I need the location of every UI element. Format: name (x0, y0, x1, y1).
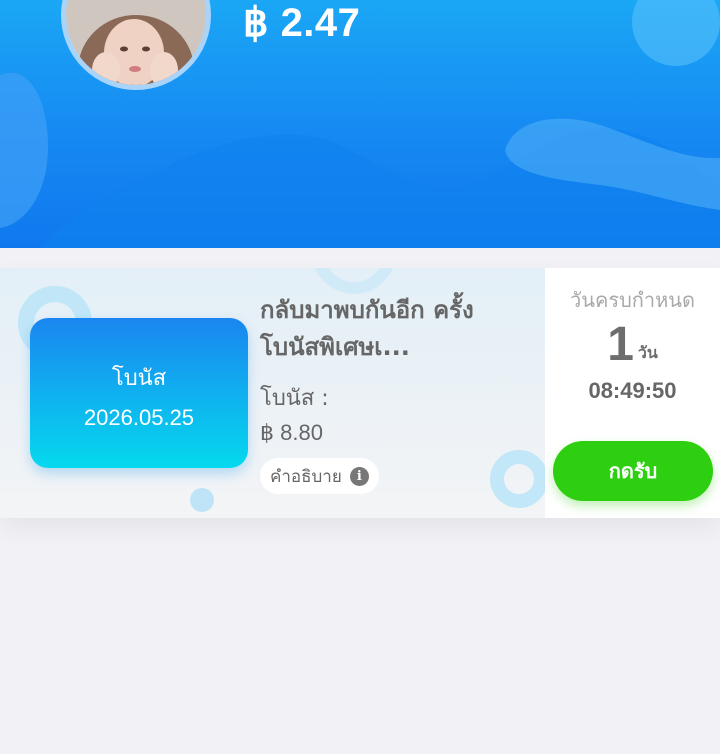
countdown-timer: 08:49:50 (588, 378, 677, 403)
claim-button[interactable]: กดรับ (553, 441, 713, 501)
bubble-decoration (490, 450, 545, 508)
bubble-decoration (190, 488, 214, 512)
days-unit: วัน (637, 343, 658, 362)
bonus-ticket: โบนัส 2026.05.25 (30, 318, 248, 468)
bonus-title: กลับมาพบกันอีก ครั้ง โบนัสพิเศษเ... (260, 296, 474, 361)
ticket-date: 2026.05.25 (83, 405, 195, 430)
header-banner: ฿ 2.47 (0, 0, 720, 248)
ticket-label: โบนัส (111, 366, 167, 391)
description-label: คำอธิบาย (270, 466, 342, 487)
bonus-amount: ฿ 8.80 (260, 420, 323, 445)
due-date-label: วันครบกำหนด (570, 288, 695, 312)
bonus-card-claim: วันครบกำหนด 1 วัน 08:49:50 กดรับ (545, 268, 720, 518)
description-button[interactable]: คำอธิบาย i (260, 458, 379, 494)
info-icon: i (349, 466, 369, 486)
bonus-card-info: โบนัส 2026.05.25 กลับมาพบกันอีก ครั้ง โบ… (0, 268, 545, 518)
bonus-label: โบนัส : (260, 386, 329, 411)
days-remaining: 1 วัน (545, 318, 720, 372)
bonus-card: โบนัส 2026.05.25 กลับมาพบกันอีก ครั้ง โบ… (0, 268, 720, 518)
balance-amount: ฿ 2.47 (243, 1, 361, 45)
days-count: 1 (607, 318, 634, 371)
bubble-decoration (312, 268, 396, 294)
